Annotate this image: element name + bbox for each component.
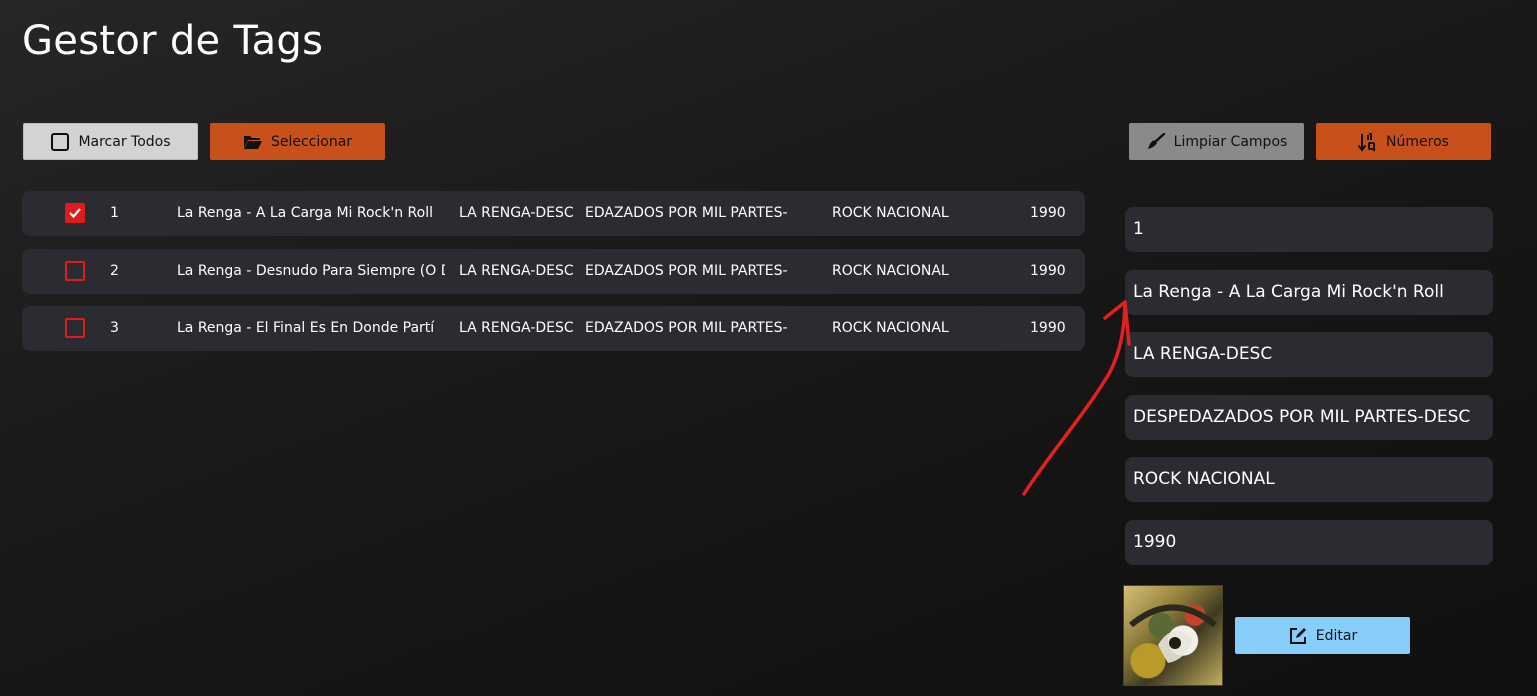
track-row[interactable]: 3 La Renga - El Final Es En Donde Partí … — [22, 306, 1085, 351]
clear-fields-label: Limpiar Campos — [1173, 133, 1288, 150]
track-title: La Renga - A La Carga Mi Rock'n Roll — [177, 205, 433, 221]
title-field[interactable]: La Renga - A La Carga Mi Rock'n Roll — [1125, 270, 1493, 315]
genre-field[interactable]: ROCK NACIONAL — [1125, 457, 1493, 502]
album-cover — [1123, 585, 1223, 686]
track-album: EDAZADOS POR MIL PARTES- — [585, 320, 788, 336]
checkmark-icon — [69, 208, 81, 219]
mark-all-button[interactable]: Marcar Todos — [23, 123, 198, 160]
select-button[interactable]: Seleccionar — [210, 123, 385, 160]
clear-fields-button[interactable]: Limpiar Campos — [1129, 123, 1304, 160]
track-checkbox[interactable] — [65, 261, 85, 281]
track-checkbox[interactable] — [65, 318, 85, 338]
track-number-field[interactable]: 1 — [1125, 207, 1493, 252]
sort-numeric-icon — [1358, 132, 1376, 152]
mark-all-label: Marcar Todos — [78, 133, 171, 150]
folder-open-icon — [243, 135, 262, 149]
year-field[interactable]: 1990 — [1125, 520, 1493, 565]
edit-label: Editar — [1315, 627, 1358, 644]
artist-field[interactable]: LA RENGA-DESC — [1125, 332, 1493, 377]
track-year: 1990 — [1030, 320, 1066, 336]
track-year: 1990 — [1030, 205, 1066, 221]
track-album: EDAZADOS POR MIL PARTES- — [585, 205, 788, 221]
track-genre: ROCK NACIONAL — [832, 205, 949, 221]
track-artist: LA RENGA-DESC — [459, 205, 574, 221]
track-row[interactable]: 1 La Renga - A La Carga Mi Rock'n Roll L… — [22, 191, 1085, 236]
track-number: 2 — [110, 263, 119, 279]
select-label: Seleccionar — [270, 133, 353, 150]
track-row[interactable]: 2 La Renga - Desnudo Para Siempre (O De … — [22, 249, 1085, 294]
numbers-label: Números — [1386, 133, 1449, 150]
track-genre: ROCK NACIONAL — [832, 320, 949, 336]
track-title: La Renga - El Final Es En Donde Partí — [177, 320, 435, 336]
album-field[interactable]: DESPEDAZADOS POR MIL PARTES-DESC — [1125, 395, 1493, 440]
track-number: 3 — [110, 320, 119, 336]
track-artist: LA RENGA-DESC — [459, 263, 574, 279]
edit-button[interactable]: Editar — [1235, 617, 1410, 654]
page-title: Gestor de Tags — [22, 18, 324, 64]
square-outline-icon — [51, 132, 70, 151]
broom-icon — [1147, 132, 1165, 149]
track-checkbox[interactable] — [65, 203, 85, 223]
track-album: EDAZADOS POR MIL PARTES- — [585, 263, 788, 279]
edit-pencil-icon — [1289, 627, 1306, 644]
track-number: 1 — [110, 205, 119, 221]
track-artist: LA RENGA-DESC — [459, 320, 574, 336]
track-year: 1990 — [1030, 263, 1066, 279]
track-genre: ROCK NACIONAL — [832, 263, 949, 279]
numbers-button[interactable]: Números — [1316, 123, 1491, 160]
track-title: La Renga - Desnudo Para Siempre (O De — [177, 263, 445, 279]
